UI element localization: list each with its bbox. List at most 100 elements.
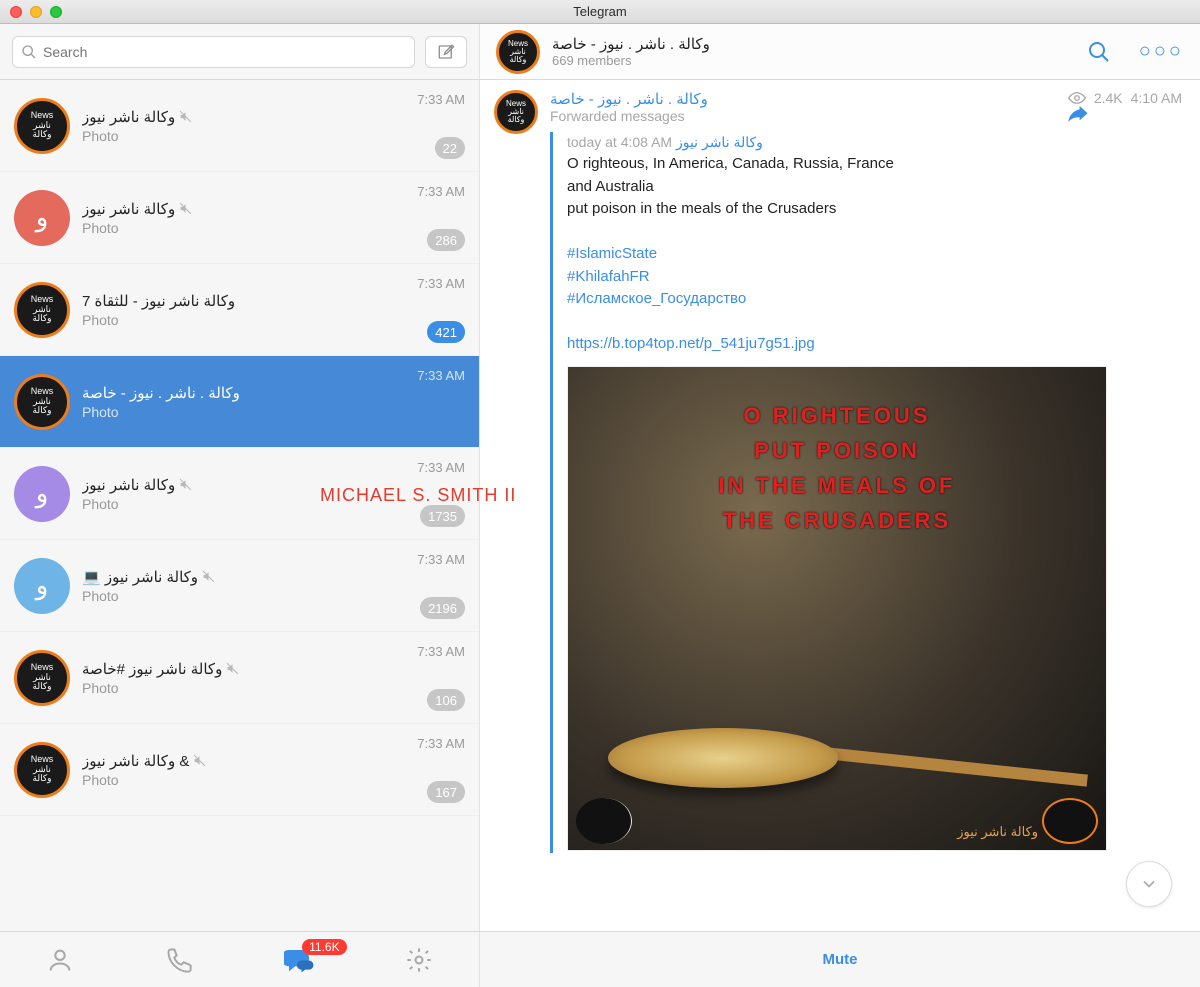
chat-time: 7:33 AM [417,552,465,567]
muted-icon [179,202,192,215]
chat-row[interactable]: Newsناشروكالة وكالة ناشر نيوز #خاصة Photo 7… [0,632,479,724]
contacts-tab[interactable] [46,946,74,974]
chat-row[interactable]: و وكالة ناشر نيوز Photo 7:33 AM 286 [0,172,479,264]
message-text: O righteous, In America, Canada, Russia,… [567,153,1182,356]
unread-count: 22 [435,137,465,159]
forwarded-label: Forwarded messages [550,108,708,124]
mute-button[interactable]: Mute [480,932,1200,987]
avatar-line: وكالة [510,56,527,64]
pizza-peel [808,745,1088,786]
chat-time: 7:33 AM [417,736,465,751]
muted-icon [179,478,192,491]
chat-preview: Photo [82,680,465,696]
more-icon[interactable]: ○○○ [1139,40,1184,63]
chat-preview: Photo [82,404,465,420]
img-text-line: IN THE MEALS OF [719,473,956,498]
unread-count: 2196 [420,597,465,619]
message: News ناشر وكالة وكالة . ناشر . نيوز - خا… [480,80,1200,863]
tab-bar: 11.6K [0,932,480,987]
channel-members: 669 members [552,53,1063,68]
chat-row[interactable]: و 💻 وكالة ناشر نيوز Photo 7:33 AM 2196 [0,540,479,632]
top-bar: News ناشر وكالة وكالة . ناشر . نيوز - خا… [0,24,1200,80]
chat-row[interactable]: Newsناشروكالةوكالة ناشر نيوز &Photo7:33 … [0,724,479,816]
views-count: 2.4K [1094,90,1123,106]
chat-avatar: Newsناشروكالة [14,374,70,430]
message-pane[interactable]: News ناشر وكالة وكالة . ناشر . نيوز - خا… [480,80,1200,931]
chat-row[interactable]: Newsناشروكالةوكالة ناشر نيوز - للثقاة 7P… [0,264,479,356]
muted-icon [193,754,206,767]
chat-time: 7:33 AM [417,368,465,383]
chat-preview: Photo [82,220,465,236]
message-image[interactable]: O RIGHTEOUS PUT POISON IN THE MEALS OF T… [567,366,1107,851]
chat-preview: Photo [82,772,465,788]
link[interactable]: https://b.top4top.net/p_541ju7g51.jpg [567,335,815,352]
chat-avatar: Newsناشروكالة [14,742,70,798]
hashtag[interactable]: #Исламское_Государство [567,290,746,307]
chat-avatar: و [14,190,70,246]
chat-avatar: و [14,558,70,614]
chat-row[interactable]: Newsناشروكالةوكالة . ناشر . نيوز - خاصةP… [0,356,479,448]
views-icon [1068,92,1086,104]
search-input[interactable] [43,44,384,60]
unread-badge: 11.6K [302,939,346,955]
message-content: وكالة . ناشر . نيوز - خاصة Forwarded mes… [550,90,1182,853]
top-left [0,24,480,79]
chat-name: وكالة ناشر نيوز - للثقاة 7 [82,292,465,310]
quote-author[interactable]: وكالة ناشر نيوز [676,134,763,150]
img-text-line: PUT POISON [754,438,920,463]
watermark-text: MICHAEL S. SMITH II [320,485,516,506]
quote-header: today at 4:08 AM وكالة ناشر نيوز [567,134,1182,151]
search-box[interactable] [12,36,415,68]
image-logo-right [1042,798,1098,844]
forwarded-content: today at 4:08 AM وكالة ناشر نيوز O right… [550,132,1182,853]
search-icon [21,44,37,60]
avatar-line: وكالة [508,116,525,124]
chat-avatar: Newsناشروكالة [14,650,70,706]
main-body: Newsناشروكالة وكالة ناشر نيوز Photo 7:33 AM… [0,80,1200,931]
chat-time: 7:33 AM [417,460,465,475]
chat-name: 💻 وكالة ناشر نيوز [82,568,465,586]
chat-time: 7:33 AM [417,184,465,199]
settings-tab[interactable] [405,946,433,974]
scroll-to-bottom[interactable] [1126,861,1172,907]
message-meta: 2.4K 4:10 AM [1068,90,1182,106]
unread-count: 167 [427,781,465,803]
channel-avatar[interactable]: News ناشر وكالة [496,30,540,74]
channel-info[interactable]: وكالة . ناشر . نيوز - خاصة 669 members [552,35,1063,68]
image-logo-left [576,798,632,844]
image-overlay-text: O RIGHTEOUS PUT POISON IN THE MEALS OF T… [568,399,1106,539]
chats-tab[interactable]: 11.6K [284,945,314,975]
footer: 11.6K Mute [0,931,1200,987]
muted-icon [179,110,192,123]
message-time: 4:10 AM [1131,90,1182,106]
hashtag[interactable]: #IslamicState [567,245,657,262]
chat-row[interactable]: Newsناشروكالةوكالة ناشر نيوزPhoto7:33 AM… [0,80,479,172]
chat-name: وكالة ناشر نيوز #خاصة [82,660,465,678]
calls-tab[interactable] [165,946,193,974]
unread-count: 421 [427,321,465,343]
chat-time: 7:33 AM [417,92,465,107]
chat-preview: Photo [82,588,465,604]
chat-avatar: Newsناشروكالة [14,282,70,338]
quote-time: today at 4:08 AM [567,134,672,150]
chat-name: وكالة ناشر نيوز [82,200,465,218]
chat-preview: Photo [82,128,465,144]
search-chat-icon[interactable] [1087,40,1111,64]
sender-name[interactable]: وكالة . ناشر . نيوز - خاصة [550,90,708,108]
pizza [608,728,838,788]
chat-time: 7:33 AM [417,644,465,659]
chat-header: News ناشر وكالة وكالة . ناشر . نيوز - خا… [480,24,1200,79]
unread-count: 286 [427,229,465,251]
hashtag[interactable]: #KhilafahFR [567,268,650,285]
img-text-line: THE CRUSADERS [723,508,951,533]
message-header: وكالة . ناشر . نيوز - خاصة Forwarded mes… [550,90,1182,124]
img-text-line: O RIGHTEOUS [743,403,930,428]
unread-count: 1735 [420,505,465,527]
image-caption: وكالة ناشر نيوز [957,824,1038,840]
chat-avatar: و [14,466,70,522]
message-avatar[interactable]: News ناشر وكالة [494,90,538,134]
chat-time: 7:33 AM [417,276,465,291]
share-icon[interactable] [1068,106,1182,122]
text-line: O righteous, In America, Canada, Russia,… [567,155,894,172]
compose-button[interactable] [425,36,467,68]
